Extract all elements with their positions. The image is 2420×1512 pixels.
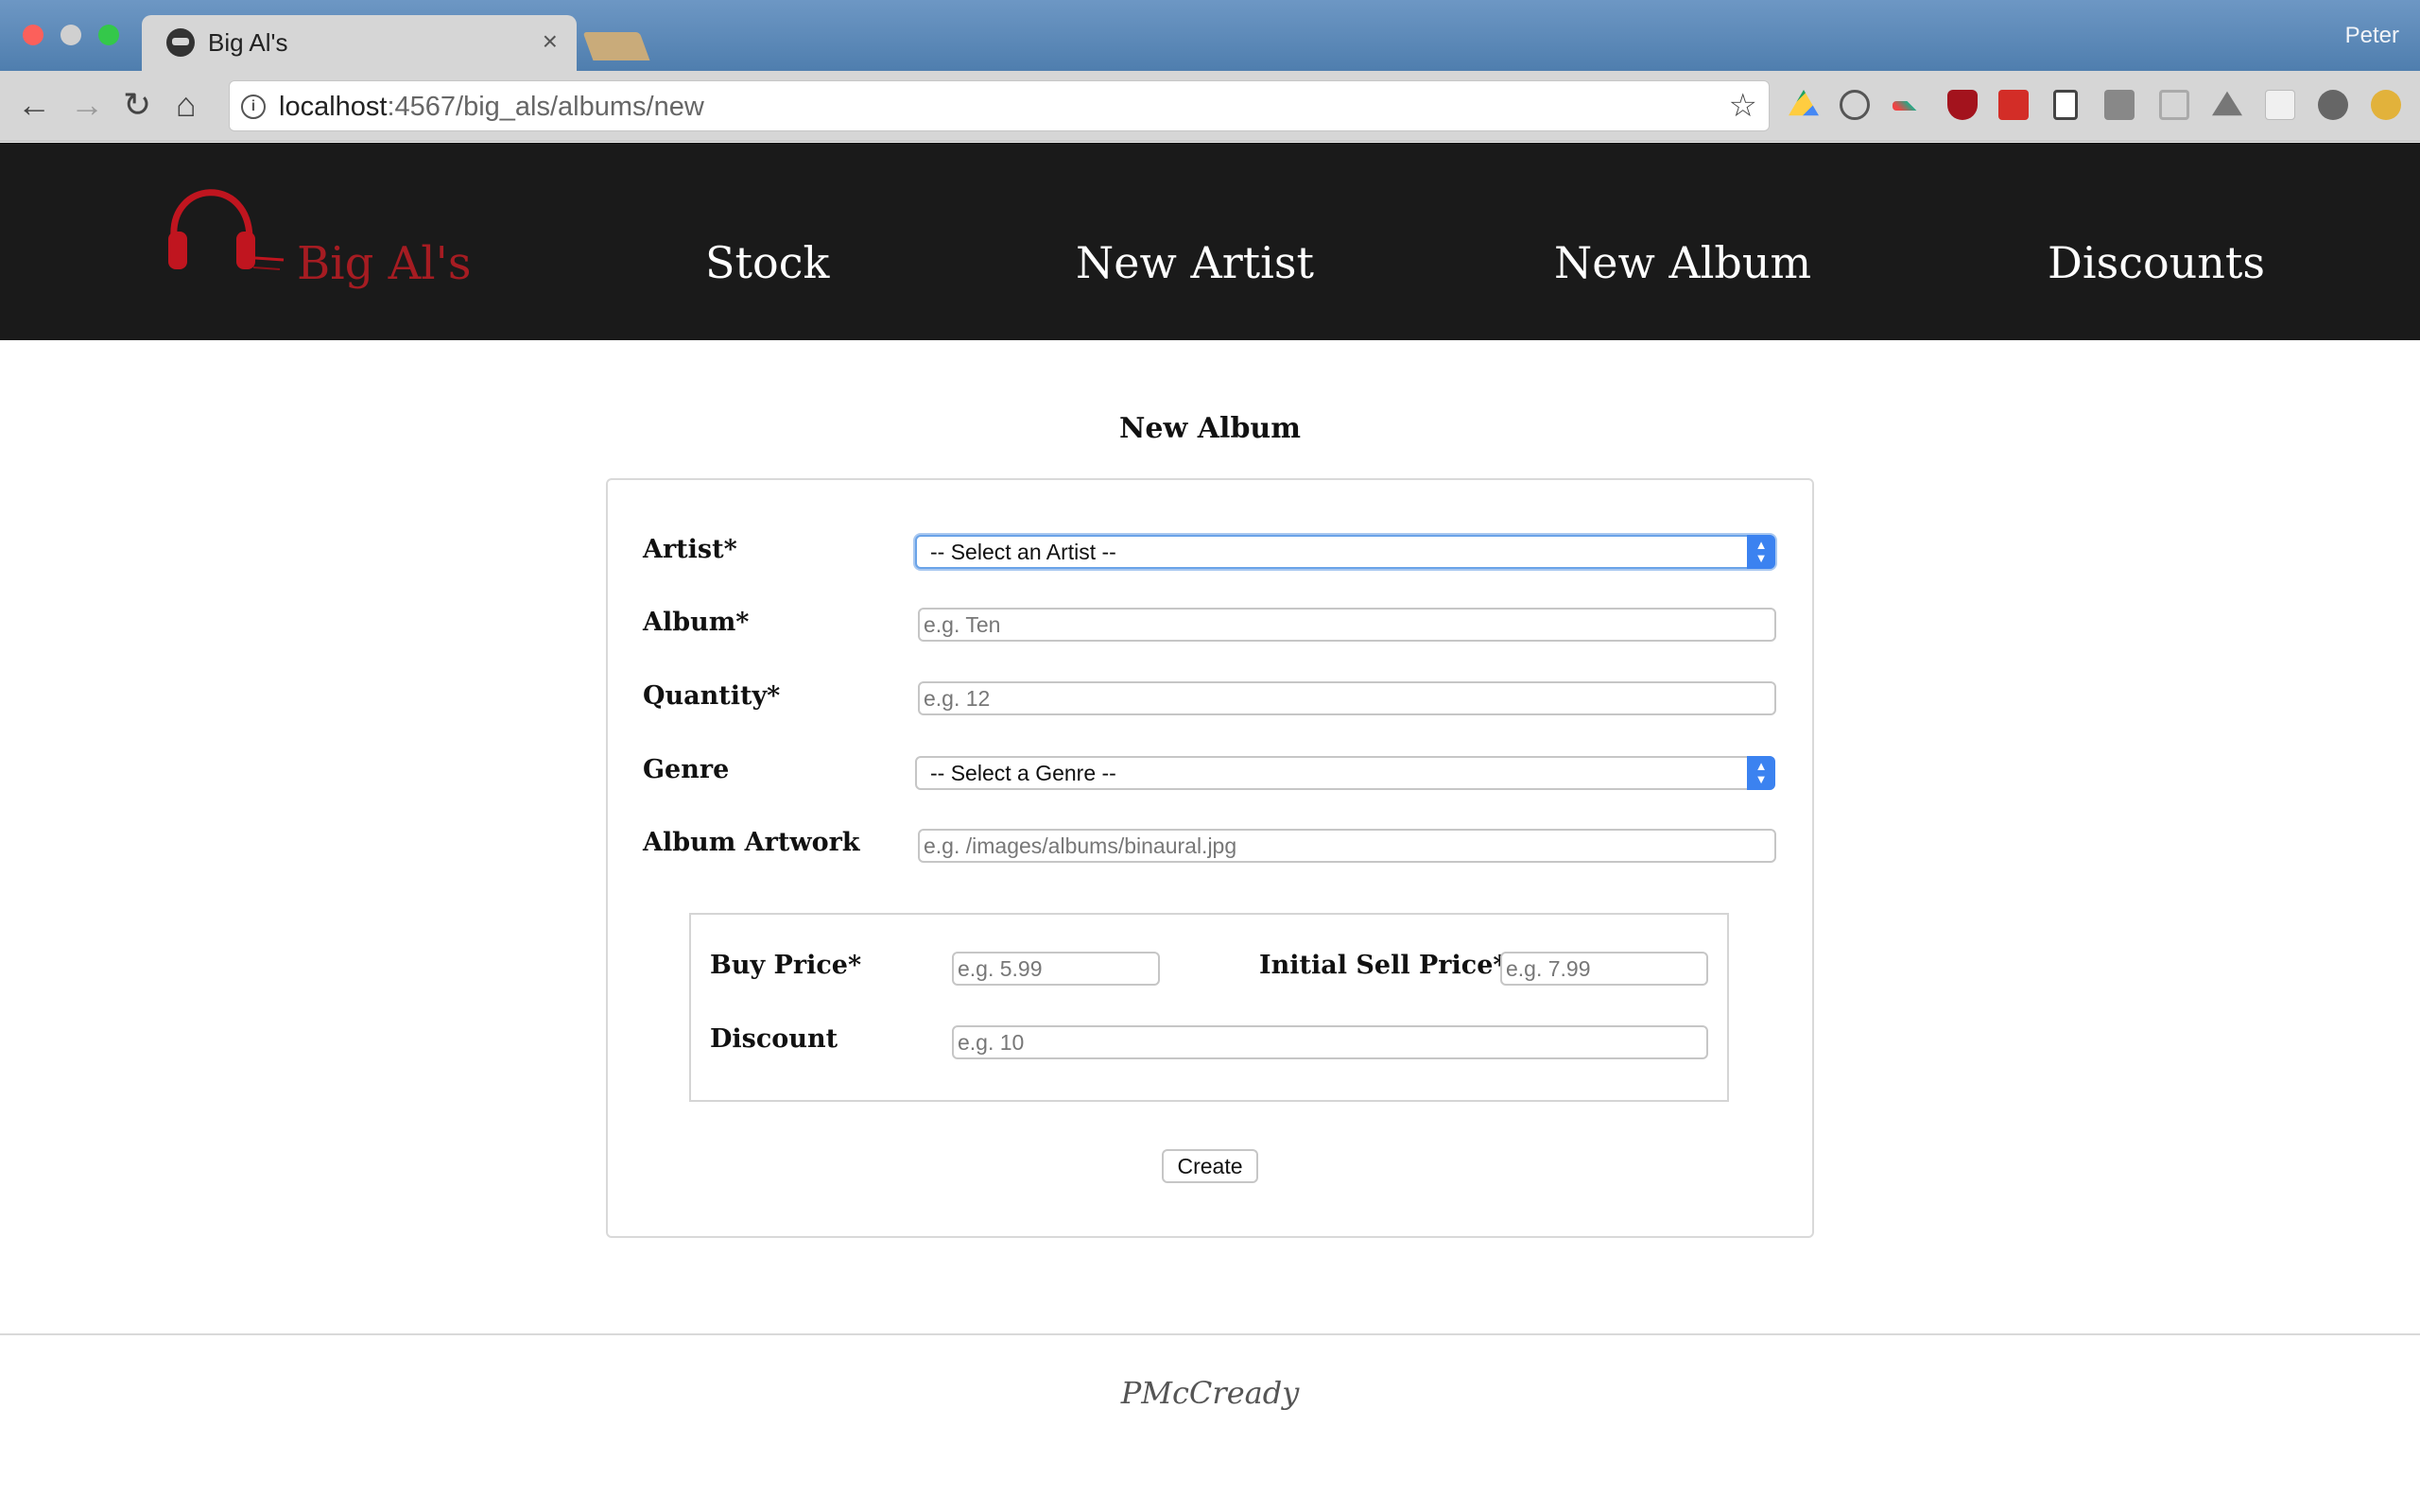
headphones-favicon-icon: [166, 28, 195, 57]
url-text[interactable]: localhost:4567/big_als/albums/new: [279, 92, 704, 123]
forward-arrow-icon[interactable]: →: [70, 88, 104, 122]
initial-sell-price-label: Initial Sell Price*: [1259, 951, 1507, 980]
genre-select-value: -- Select a Genre --: [930, 761, 1116, 785]
nav-new-album[interactable]: New Album: [1554, 237, 1811, 288]
tab-title: Big Al's: [208, 28, 288, 57]
gear-icon[interactable]: [2318, 90, 2348, 120]
pricing-group: [689, 913, 1729, 1102]
select-arrows-icon: ▲ ▼: [1747, 756, 1775, 790]
site-navbar: Big Al's Stock New Artist New Album Disc…: [0, 143, 2420, 340]
discount-input[interactable]: [952, 1025, 1708, 1059]
select-arrows-icon: ▲ ▼: [1747, 535, 1775, 569]
lastpass-icon[interactable]: [1998, 90, 2029, 120]
browser-tab[interactable]: Big Al's ×: [142, 15, 577, 72]
buy-price-input[interactable]: [952, 952, 1160, 986]
info-icon[interactable]: i: [241, 94, 266, 119]
page-title: New Album: [1119, 412, 1301, 445]
headphones-logo-icon[interactable]: [163, 171, 285, 284]
album-artwork-label: Album Artwork: [643, 828, 860, 857]
genre-select[interactable]: -- Select a Genre -- ▲ ▼: [915, 756, 1775, 790]
zoom-window-button[interactable]: [98, 25, 119, 45]
address-bar[interactable]: i localhost:4567/big_als/albums/new ☆: [229, 80, 1770, 131]
nav-discounts[interactable]: Discounts: [2048, 237, 2265, 288]
bookmark-star-icon[interactable]: ☆: [1729, 87, 1757, 125]
url-host: localhost: [279, 92, 388, 122]
buy-price-label: Buy Price*: [710, 951, 862, 980]
drive-alt-icon[interactable]: [2212, 91, 2242, 116]
puzzle-icon[interactable]: [2265, 90, 2295, 120]
calendar-icon[interactable]: [2104, 90, 2135, 120]
reload-icon[interactable]: ↻: [123, 88, 151, 122]
brand-name[interactable]: Big Al's: [297, 237, 471, 290]
create-button[interactable]: Create: [1162, 1149, 1258, 1183]
album-input[interactable]: [918, 608, 1776, 642]
home-icon[interactable]: ⌂: [176, 88, 197, 122]
artist-select-value: -- Select an Artist --: [930, 540, 1116, 564]
new-tab-button[interactable]: [582, 32, 650, 60]
artist-select[interactable]: -- Select an Artist -- ▲ ▼: [915, 535, 1775, 569]
dashlane-icon[interactable]: [1840, 90, 1870, 120]
warning-icon[interactable]: [2371, 90, 2401, 120]
feather-icon[interactable]: [1893, 101, 1923, 111]
artist-label: Artist*: [643, 535, 737, 564]
genre-label: Genre: [643, 755, 730, 784]
quantity-label: Quantity*: [643, 681, 781, 711]
google-drive-icon[interactable]: [1789, 90, 1819, 116]
nav-new-artist[interactable]: New Artist: [1076, 237, 1314, 288]
cast-icon[interactable]: [2159, 90, 2189, 120]
quantity-input[interactable]: [918, 681, 1776, 715]
footer-signature: PMcCready: [1120, 1375, 1300, 1411]
browser-tab-bar: Big Al's × Peter: [0, 0, 2420, 72]
album-artwork-input[interactable]: [918, 829, 1776, 863]
album-label: Album*: [643, 608, 750, 637]
minimize-window-button[interactable]: [60, 25, 81, 45]
document-icon[interactable]: [2053, 90, 2078, 120]
discount-label: Discount: [710, 1024, 838, 1054]
back-arrow-icon[interactable]: ←: [17, 88, 51, 122]
url-path: :4567/big_als/albums/new: [387, 92, 704, 122]
profile-name[interactable]: Peter: [2345, 23, 2399, 49]
nav-stock[interactable]: Stock: [705, 237, 829, 288]
footer-divider: [0, 1333, 2420, 1335]
tab-close-icon[interactable]: ×: [543, 26, 558, 57]
ublock-icon[interactable]: [1947, 90, 1978, 120]
browser-toolbar: ← → ↻ ⌂ i localhost:4567/big_als/albums/…: [0, 71, 2420, 142]
initial-sell-price-input[interactable]: [1500, 952, 1708, 986]
close-window-button[interactable]: [23, 25, 43, 45]
